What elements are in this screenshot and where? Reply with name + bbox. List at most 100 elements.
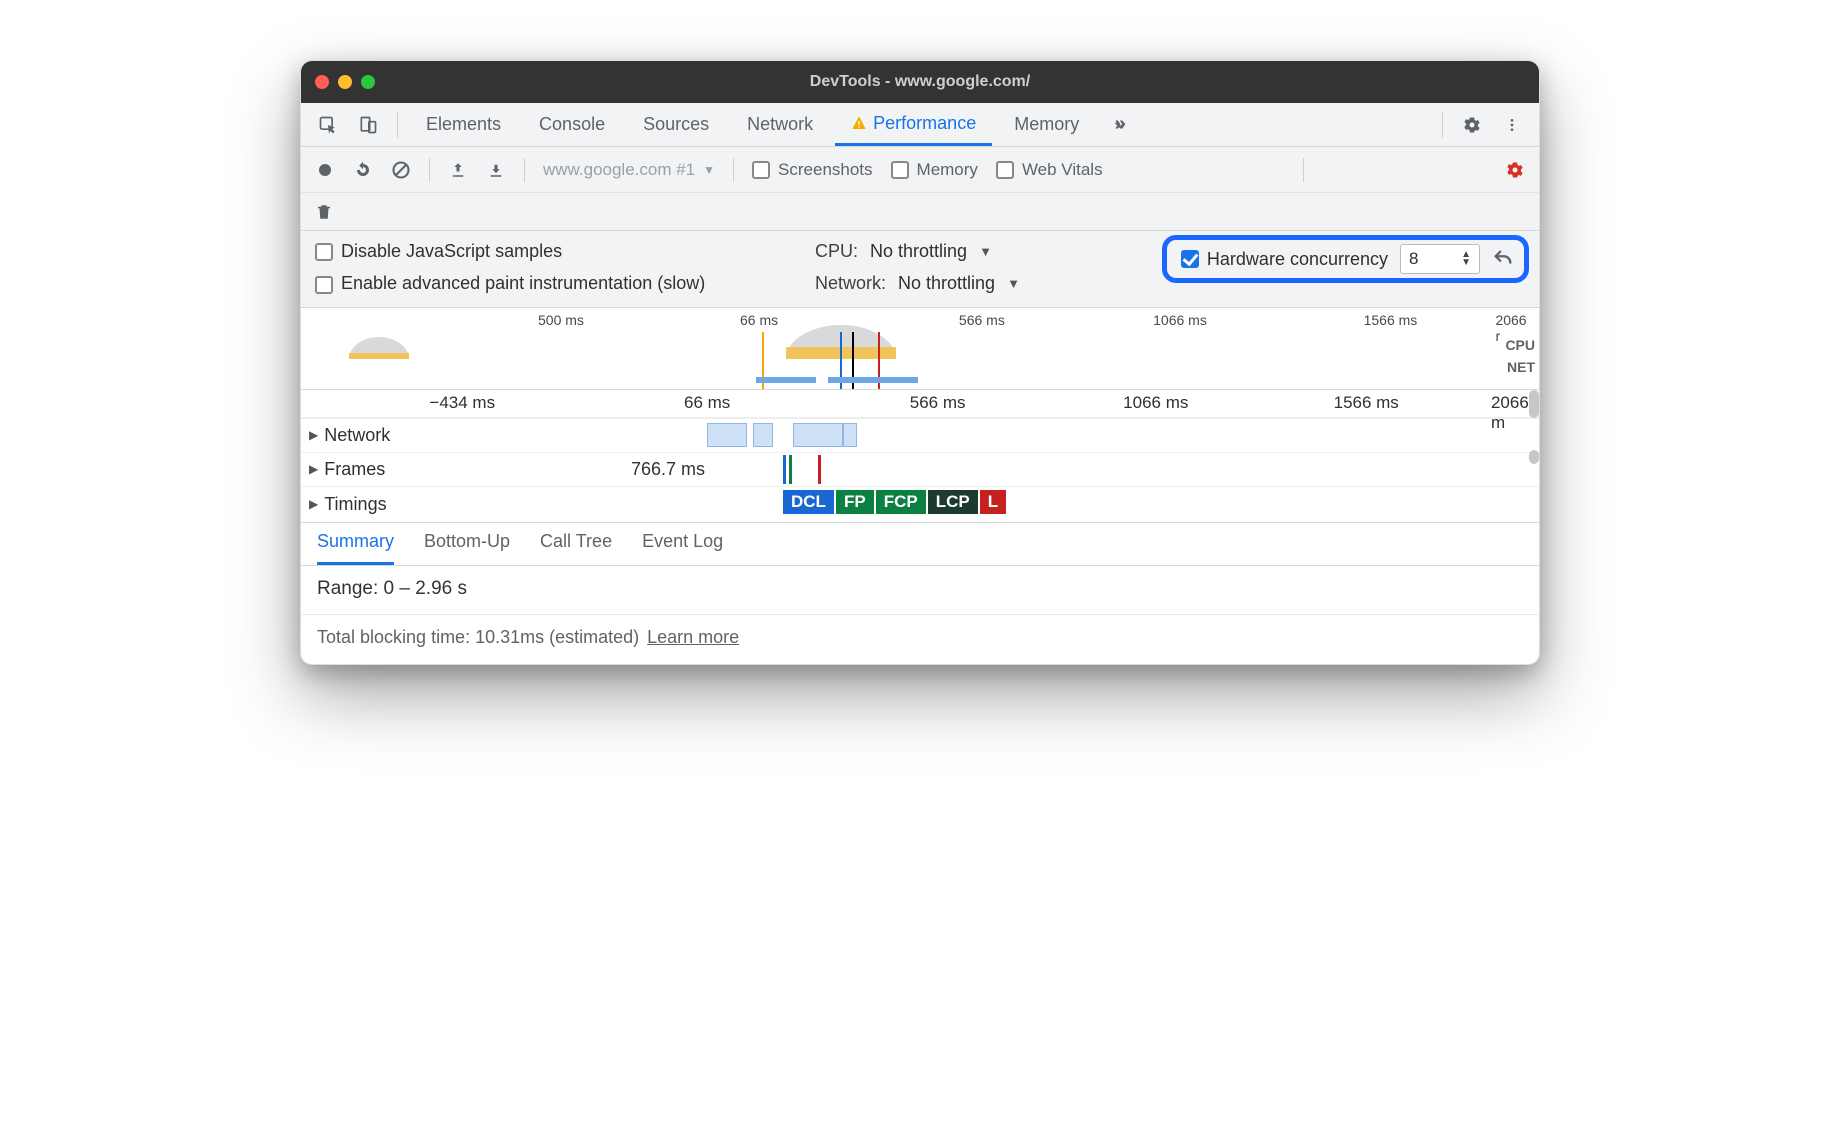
tab-event-log[interactable]: Event Log [642,531,723,565]
ruler-tick: 66 ms [684,393,734,413]
checkbox-label: Memory [917,160,978,180]
memory-checkbox-input[interactable] [891,161,909,179]
web-vitals-checkbox-input[interactable] [996,161,1014,179]
recording-select[interactable]: www.google.com #1 ▼ [543,160,715,180]
tab-summary[interactable]: Summary [317,531,394,565]
tab-bottom-up[interactable]: Bottom-Up [424,531,510,565]
capture-settings-gear-icon[interactable] [1505,160,1525,180]
cpu-throttle-label: CPU: [815,241,858,262]
timing-badges: DCL FP FCP LCP L [783,490,1008,514]
warning-icon [851,115,867,131]
network-throttle-label: Network: [815,273,886,294]
more-tabs-icon[interactable]: » [1101,108,1135,142]
tab-console[interactable]: Console [523,103,621,146]
tab-label: Performance [873,113,976,134]
cpu-throttle-select[interactable]: No throttling ▼ [870,241,992,262]
zoom-window-button[interactable] [361,75,375,89]
titlebar: DevTools - www.google.com/ [301,61,1539,103]
hardware-concurrency-input[interactable] [1181,250,1199,268]
stepper-value: 8 [1409,249,1418,269]
scrollbar[interactable] [1527,390,1539,452]
clear-button[interactable] [391,160,411,180]
kebab-menu-icon[interactable] [1495,108,1529,142]
tab-label: Console [539,114,605,135]
network-entry[interactable] [753,423,773,447]
inspect-element-icon[interactable] [311,108,345,142]
memory-checkbox[interactable]: Memory [891,160,978,180]
screenshots-checkbox[interactable]: Screenshots [752,160,873,180]
checkbox-label: Screenshots [778,160,873,180]
learn-more-link[interactable]: Learn more [647,627,739,648]
disable-js-samples-input[interactable] [315,243,333,261]
performance-toolbar-2 [301,193,1539,231]
hardware-concurrency-stepper[interactable]: 8 ▲▼ [1400,244,1480,274]
advanced-paint-input[interactable] [315,276,333,294]
download-profile-button[interactable] [486,160,506,180]
divider [397,112,398,138]
marker [789,455,792,484]
minimize-window-button[interactable] [338,75,352,89]
reload-record-button[interactable] [353,160,373,180]
hardware-concurrency-checkbox[interactable]: Hardware concurrency [1181,249,1388,270]
timing-badge-lcp[interactable]: LCP [928,490,980,514]
timing-badge-l[interactable]: L [980,490,1008,514]
summary-range: Range: 0 – 2.96 s [317,578,1523,600]
undo-button[interactable] [1492,248,1514,270]
tab-call-tree[interactable]: Call Tree [540,531,612,565]
screenshots-checkbox-input[interactable] [752,161,770,179]
overview-tick: 1566 ms [1364,312,1418,328]
record-button[interactable] [315,160,335,180]
timings-track[interactable]: ▶ Timings DCL FP FCP LCP L [301,486,1539,522]
tab-label: Event Log [642,531,723,551]
frames-track[interactable]: ▶ Frames 766.7 ms [301,452,1539,486]
close-window-button[interactable] [315,75,329,89]
traffic-lights [315,75,375,89]
device-toolbar-icon[interactable] [351,108,385,142]
tab-label: Network [747,114,813,135]
scrollbar-thumb[interactable] [1529,390,1539,418]
advanced-paint-checkbox[interactable]: Enable advanced paint instrumentation (s… [315,272,705,295]
disable-js-samples-checkbox[interactable]: Disable JavaScript samples [315,241,562,262]
divider [524,158,525,182]
network-entry[interactable] [843,423,857,447]
tab-performance[interactable]: Performance [835,103,992,146]
ruler-tick: −434 ms [429,393,499,413]
overview-strip[interactable]: 500 ms 66 ms 566 ms 1066 ms 1566 ms 2066… [301,308,1539,390]
network-throttle-select[interactable]: No throttling ▼ [898,273,1020,294]
network-track[interactable]: ▶ Network [301,418,1539,452]
network-entry[interactable] [707,423,747,447]
divider [1442,112,1443,138]
frame-duration: 766.7 ms [631,459,705,480]
tab-network[interactable]: Network [731,103,829,146]
tab-elements[interactable]: Elements [410,103,517,146]
divider [733,158,734,182]
tab-label: Bottom-Up [424,531,510,551]
expand-toggle-icon[interactable]: ▶ [309,428,318,442]
devtools-window: DevTools - www.google.com/ Elements Cons… [300,60,1540,665]
details-tabs: Summary Bottom-Up Call Tree Event Log [301,523,1539,566]
tab-label: Sources [643,114,709,135]
select-value: No throttling [898,273,995,294]
flame-chart[interactable]: −434 ms 66 ms 566 ms 1066 ms 1566 ms 206… [301,390,1539,523]
web-vitals-checkbox[interactable]: Web Vitals [996,160,1103,180]
tab-memory[interactable]: Memory [998,103,1095,146]
ruler-tick: 566 ms [910,393,970,413]
network-entry[interactable] [793,423,843,447]
scrollbar-thumb[interactable] [1529,450,1539,464]
trash-button[interactable] [315,203,333,221]
overview-tick: 66 ms [740,312,778,328]
expand-toggle-icon[interactable]: ▶ [309,497,318,511]
ruler-tick: 1566 ms [1334,393,1403,413]
timing-badge-dcl[interactable]: DCL [783,490,836,514]
settings-gear-icon[interactable] [1455,108,1489,142]
tab-sources[interactable]: Sources [627,103,725,146]
expand-toggle-icon[interactable]: ▶ [309,462,318,476]
overview-lane-labels: CPU NET [1505,334,1535,378]
timing-badge-fp[interactable]: FP [836,490,876,514]
timing-badge-fcp[interactable]: FCP [876,490,928,514]
stepper-arrows-icon[interactable]: ▲▼ [1461,251,1471,267]
overview-tick: 500 ms [538,312,584,328]
upload-profile-button[interactable] [448,160,468,180]
track-label: Frames [324,459,385,480]
marker [818,455,821,484]
